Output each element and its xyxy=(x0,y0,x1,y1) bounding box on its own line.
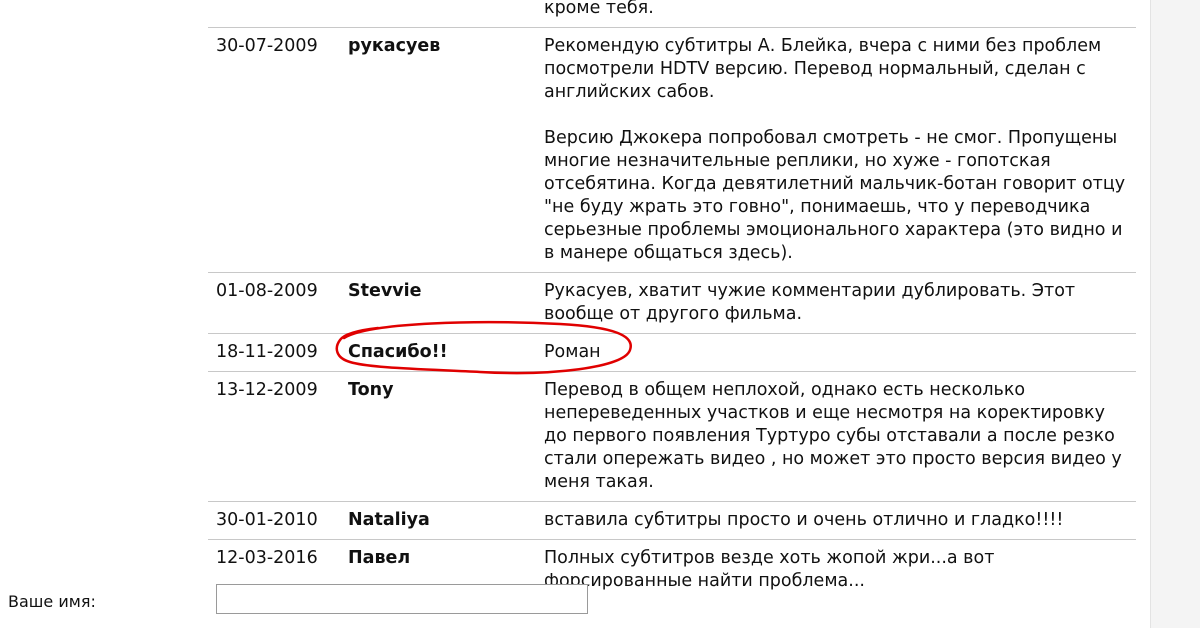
comments-table: кроме тебя. 30-07-2009 рукасуев Рекоменд… xyxy=(208,0,1136,600)
comment-author: рукасуев xyxy=(348,36,441,56)
comment-author: Спасибо!! xyxy=(348,342,448,362)
comment-date: 30-01-2010 xyxy=(216,510,318,530)
comment-date: 01-08-2009 xyxy=(216,281,318,301)
comment-row: 30-01-2010 Nataliya вставила субтитры пр… xyxy=(208,502,1136,540)
comment-row: 18-11-2009 Спасибо!! Роман xyxy=(208,334,1136,372)
name-label: Ваше имя: xyxy=(8,592,96,611)
name-input[interactable] xyxy=(216,584,588,614)
comment-author xyxy=(348,0,544,20)
comment-row: 01-08-2009 Stevvie Рукасуев, хватит чужи… xyxy=(208,273,1136,334)
comment-author: Stevvie xyxy=(348,281,422,301)
comment-date: 13-12-2009 xyxy=(216,380,318,400)
comment-text: Перевод в общем неплохой, однако есть не… xyxy=(544,380,1122,492)
comment-date xyxy=(208,0,348,20)
comment-date: 30-07-2009 xyxy=(216,36,318,56)
comment-author: Nataliya xyxy=(348,510,430,530)
comment-text: Роман xyxy=(544,342,601,362)
comments-page: кроме тебя. 30-07-2009 рукасуев Рекоменд… xyxy=(0,0,1200,628)
comment-date: 18-11-2009 xyxy=(216,342,318,362)
comment-text: кроме тебя. xyxy=(544,0,654,18)
comment-text: вставила субтитры просто и очень отлично… xyxy=(544,510,1064,530)
comment-row: 13-12-2009 Tony Перевод в общем неплохой… xyxy=(208,372,1136,502)
comment-text: Рукасуев, хватит чужие комментарии дубли… xyxy=(544,281,1076,324)
comment-text: Рекомендую субтитры А. Блейка, вчера с н… xyxy=(544,36,1126,263)
comment-text: Полных субтитров везде хоть жопой жри...… xyxy=(544,548,995,591)
comment-row: кроме тебя. xyxy=(208,0,1136,28)
comment-author: Tony xyxy=(348,380,394,400)
comment-row: 30-07-2009 рукасуев Рекомендую субтитры … xyxy=(208,28,1136,273)
right-gutter xyxy=(1150,0,1200,628)
